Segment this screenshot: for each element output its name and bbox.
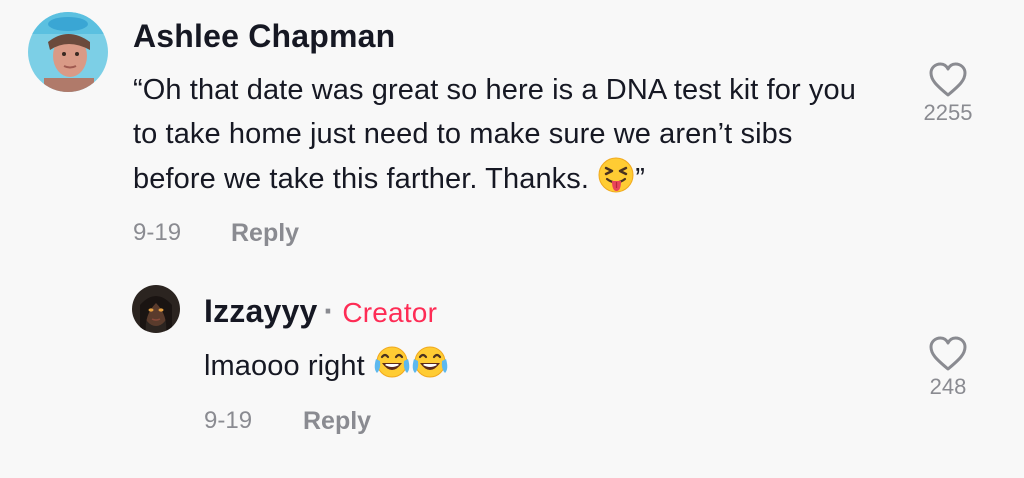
comment-date: 9-19	[133, 219, 182, 246]
reply-date: 9-19	[204, 407, 253, 434]
reply-text-body: lmaooo right	[204, 350, 365, 382]
comment-text-end: ”	[635, 163, 645, 195]
reply-author: Izzayyy · Creator	[204, 292, 437, 332]
face-with-tears-of-joy-icon	[411, 345, 449, 394]
face-with-tears-of-joy-icon	[373, 345, 411, 394]
reply-button[interactable]: Reply	[303, 406, 371, 436]
avatar[interactable]	[28, 12, 108, 92]
heart-icon	[903, 336, 993, 372]
like-button[interactable]: 248	[903, 336, 993, 400]
like-button[interactable]: 2255	[903, 62, 993, 126]
creator-badge: Creator	[342, 297, 438, 328]
reply-author-name[interactable]: Izzayyy	[204, 293, 317, 329]
like-count: 248	[929, 374, 967, 399]
like-count: 2255	[923, 100, 973, 125]
comments-panel: Ashlee Chapman “Oh that date was great s…	[0, 0, 1024, 478]
squinting-face-with-tongue-icon	[597, 156, 635, 207]
comment-text-body: “Oh that date was great so here is a DNA…	[133, 74, 856, 195]
heart-icon	[903, 62, 993, 98]
avatar[interactable]	[132, 285, 180, 333]
reply-text: lmaooo right	[204, 344, 884, 394]
separator-dot: ·	[323, 293, 335, 329]
comment-text: “Oh that date was great so here is a DNA…	[133, 68, 878, 207]
reply-button[interactable]: Reply	[231, 218, 299, 248]
comment-author[interactable]: Ashlee Chapman	[133, 17, 395, 55]
